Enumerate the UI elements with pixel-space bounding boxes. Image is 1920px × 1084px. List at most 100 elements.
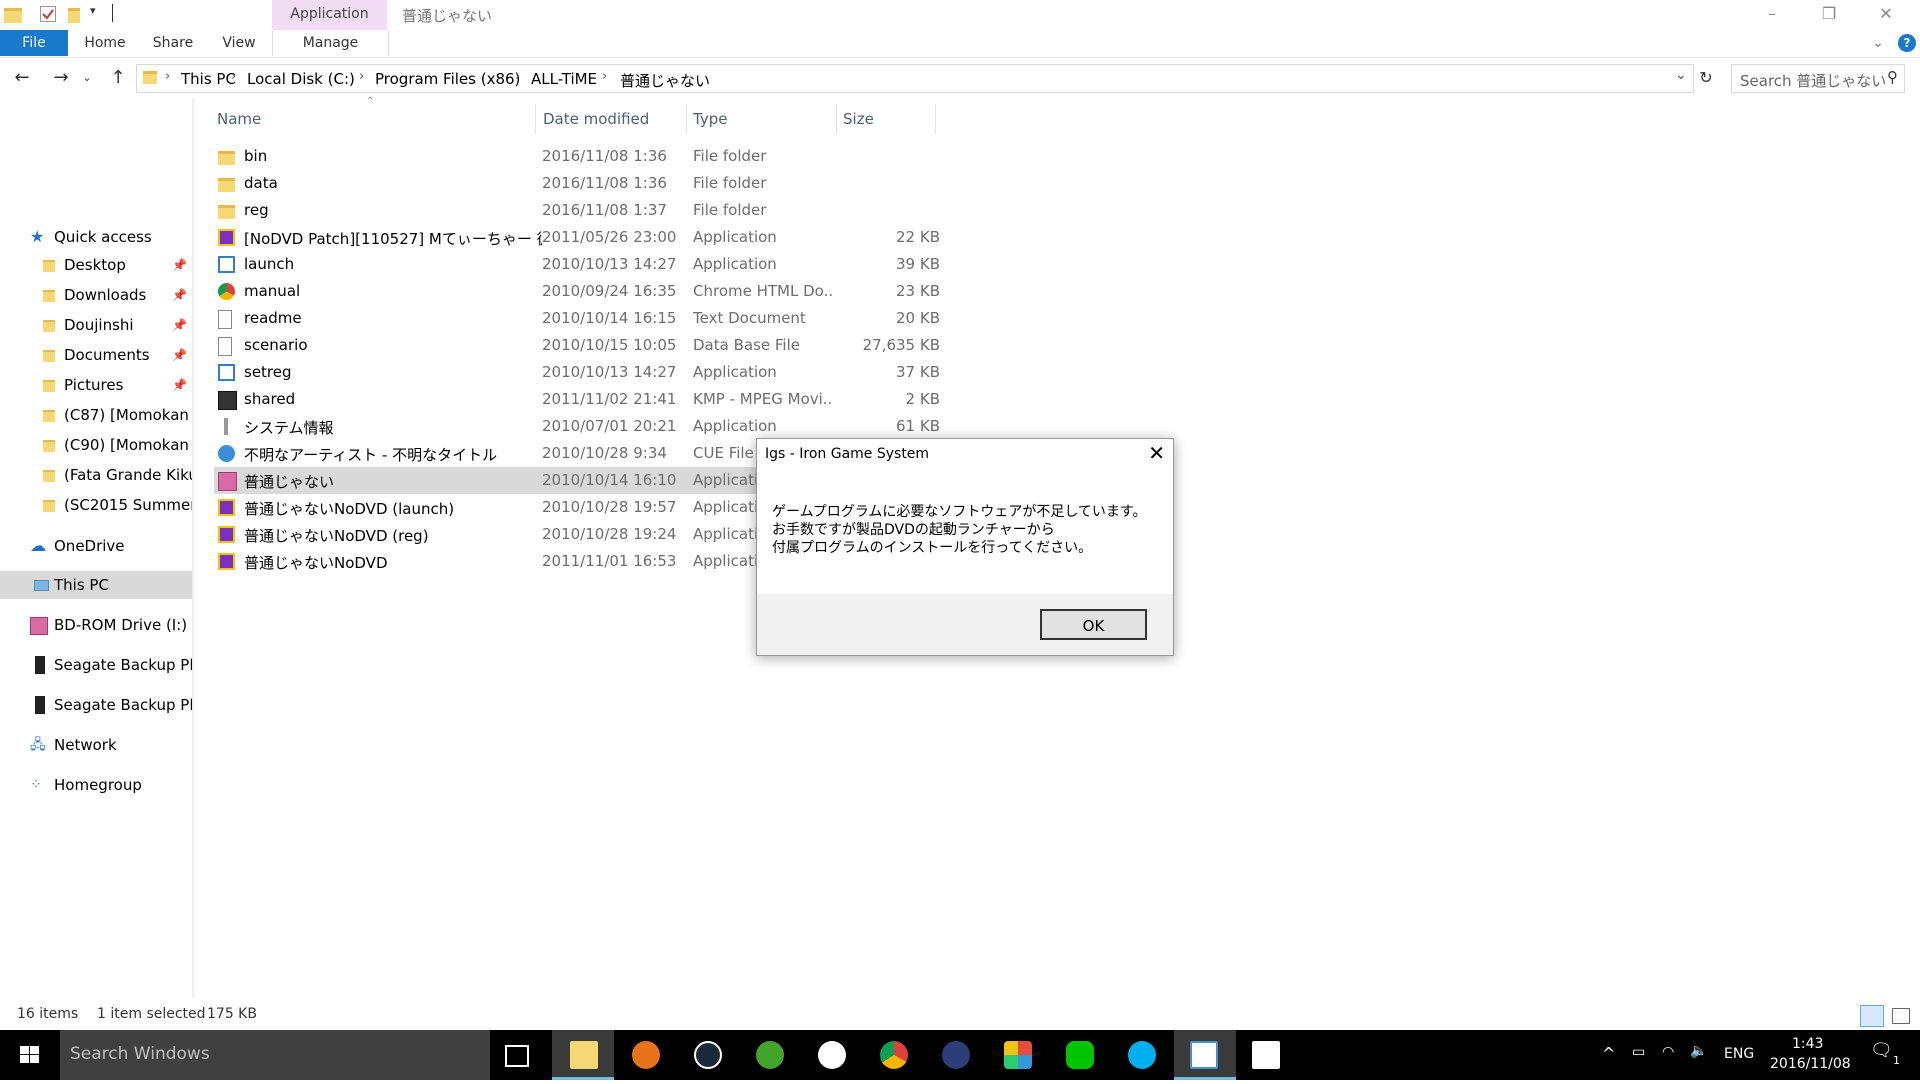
details-view-icon[interactable] (1860, 1005, 1884, 1027)
utorrent-icon[interactable] (756, 1041, 784, 1069)
battery-icon[interactable]: ▭ (1632, 1044, 1645, 1060)
nav-pane-divider[interactable] (192, 98, 194, 998)
sidebar-item-desktop[interactable]: Desktop 📌 (0, 251, 192, 279)
window-app-icon[interactable] (1190, 1041, 1218, 1069)
chevron-right-icon[interactable]: › (359, 69, 364, 84)
sidebar-item-pictures[interactable]: Pictures 📌 (0, 371, 192, 399)
nav-quick-access[interactable]: ★ Quick access (0, 223, 192, 251)
file-row[interactable]: launch 2010/10/13 14:27 Application 39 KB (214, 251, 940, 278)
sidebar-item-c87-momokan-m[interactable]: (C87) [Momokan (M (0, 401, 192, 429)
chevron-right-icon[interactable]: › (231, 69, 236, 84)
up-button[interactable]: ↑ (106, 66, 130, 90)
pin-icon[interactable]: 📌 (172, 311, 187, 339)
clock-time[interactable]: 1:43 (1792, 1036, 1823, 1052)
large-icons-view-icon[interactable] (1892, 1008, 1910, 1024)
nav-this-pc[interactable]: This PC (0, 571, 192, 599)
sidebar-item-fata-grande-kikuu[interactable]: (Fata Grande Kikuu (0, 461, 192, 489)
itunes-icon[interactable] (818, 1041, 846, 1069)
tab-manage[interactable]: Manage (272, 30, 389, 56)
sidebar-item-c90-momokan-m[interactable]: (C90) [Momokan (M (0, 431, 192, 459)
task-view-icon[interactable] (505, 1045, 529, 1067)
address-bar[interactable]: › This PC › Local Disk (C:) › Program Fi… (136, 64, 1694, 93)
column-divider[interactable] (836, 104, 837, 134)
chevron-right-icon[interactable]: › (602, 69, 607, 84)
chrome-icon[interactable] (880, 1041, 908, 1069)
forward-button[interactable]: → (49, 66, 73, 90)
file-row[interactable]: scenario 2010/10/15 10:05 Data Base File 27… (214, 332, 940, 359)
ok-button[interactable]: OK (1040, 609, 1147, 640)
steam-icon[interactable] (694, 1041, 722, 1069)
breadcrumb-current-folder[interactable]: 普通じゃない (620, 70, 710, 91)
breadcrumb-local-disk[interactable]: Local Disk (C:) (247, 70, 355, 88)
file-row[interactable]: [NoDVD Patch][110527] Mてぃーちゃー 彼... 2011/0… (214, 224, 940, 251)
wifi-icon[interactable]: ◠ (1662, 1044, 1674, 1060)
nav-seagate-2[interactable]: Seagate Backup Plus (0, 691, 192, 719)
sidebar-item-doujinshi[interactable]: Doujinshi 📌 (0, 311, 192, 339)
file-row[interactable]: manual 2010/09/24 16:35 Chrome HTML Do... 2… (214, 278, 940, 305)
breadcrumb-program-files[interactable]: Program Files (x86) (375, 70, 520, 88)
chevron-right-icon[interactable]: › (515, 69, 520, 84)
help-icon[interactable]: ? (1898, 34, 1916, 52)
column-type[interactable]: Type (693, 108, 727, 130)
chevron-right-icon[interactable]: › (165, 69, 170, 84)
taskbar-search[interactable]: Search Windows (60, 1030, 490, 1080)
recent-locations-icon[interactable]: ⌄ (80, 66, 94, 90)
pin-icon[interactable]: 📌 (172, 251, 187, 279)
tab-home[interactable]: Home (80, 30, 130, 56)
line-icon[interactable] (1066, 1041, 1094, 1069)
pin-icon[interactable]: 📌 (172, 281, 187, 309)
expand-ribbon-icon[interactable]: ⌄ (1868, 30, 1888, 56)
search-input[interactable]: Search 普通じゃない ⚲ (1731, 64, 1905, 93)
column-divider[interactable] (935, 104, 936, 134)
clock-date[interactable]: 2016/11/08 (1770, 1056, 1851, 1072)
close-button[interactable]: ✕ (1858, 0, 1914, 30)
dialog-close-icon[interactable]: ✕ (1148, 441, 1165, 465)
nav-onedrive[interactable]: ☁ OneDrive (0, 532, 192, 560)
breadcrumb-this-pc[interactable]: This PC (181, 70, 236, 88)
input-language[interactable]: ENG (1724, 1046, 1754, 1062)
osu-icon[interactable] (942, 1041, 970, 1069)
file-row[interactable]: reg 2016/11/08 1:37 File folder (214, 197, 934, 224)
action-center-icon[interactable]: 🗨 (1870, 1040, 1893, 1061)
sidebar-item-sc2015-summer[interactable]: (SC2015 Summer) [ (0, 491, 192, 519)
file-row[interactable]: shared 2011/11/02 21:41 KMP - MPEG Movi...… (214, 386, 940, 413)
column-date-modified[interactable]: Date modified (543, 108, 649, 130)
breadcrumb-all-time[interactable]: ALL-TiME (531, 70, 597, 88)
color-app-icon[interactable] (1004, 1041, 1032, 1069)
nav-homegroup[interactable]: ⁘ Homegroup (0, 771, 192, 799)
file-row[interactable]: setreg 2010/10/13 14:27 Application 37 KB (214, 359, 940, 386)
pin-icon[interactable]: 📌 (172, 341, 187, 369)
file-row[interactable]: readme 2010/10/14 16:15 Text Document 20 KB (214, 305, 940, 332)
column-name[interactable]: Name (217, 108, 261, 130)
nav-network[interactable]: 🖧 Network (0, 731, 192, 759)
column-size[interactable]: Size (843, 108, 874, 130)
address-dropdown-icon[interactable]: ⌄ (1675, 67, 1687, 83)
new-folder-icon[interactable] (68, 8, 80, 23)
skype-icon[interactable] (1128, 1041, 1156, 1069)
photos-icon[interactable] (1252, 1041, 1280, 1069)
back-button[interactable]: ← (10, 66, 34, 90)
minimize-button[interactable]: – (1744, 0, 1800, 30)
sidebar-item-documents[interactable]: Documents 📌 (0, 341, 192, 369)
nav-bd-rom[interactable]: BD-ROM Drive (I:) AL (0, 611, 192, 639)
maximize-button[interactable]: ❐ (1801, 0, 1857, 30)
column-divider[interactable] (686, 104, 687, 134)
customize-quick-access-icon[interactable]: ▾ (90, 4, 108, 21)
search-icon[interactable]: ⚲ (1887, 68, 1898, 86)
column-divider[interactable] (535, 104, 536, 134)
tab-file[interactable]: File (0, 30, 68, 56)
file-row[interactable]: data 2016/11/08 1:36 File folder (214, 170, 934, 197)
file-row[interactable]: システム情報 2010/07/01 20:21 Application 61 KB (214, 413, 940, 440)
start-button[interactable] (0, 1030, 60, 1080)
show-hidden-icons-icon[interactable]: ^ (1602, 1044, 1615, 1063)
pin-icon[interactable]: 📌 (172, 371, 187, 399)
refresh-icon[interactable]: ↻ (1694, 66, 1718, 90)
file-explorer-icon[interactable] (570, 1041, 598, 1069)
firefox-icon[interactable] (632, 1041, 660, 1069)
file-row[interactable]: bin 2016/11/08 1:36 File folder (214, 143, 934, 170)
properties-icon[interactable] (40, 6, 56, 22)
tab-share[interactable]: Share (148, 30, 198, 56)
tab-view[interactable]: View (214, 30, 264, 56)
volume-icon[interactable]: 🔈 (1690, 1043, 1707, 1059)
nav-seagate-1[interactable]: Seagate Backup Plus (0, 651, 192, 679)
